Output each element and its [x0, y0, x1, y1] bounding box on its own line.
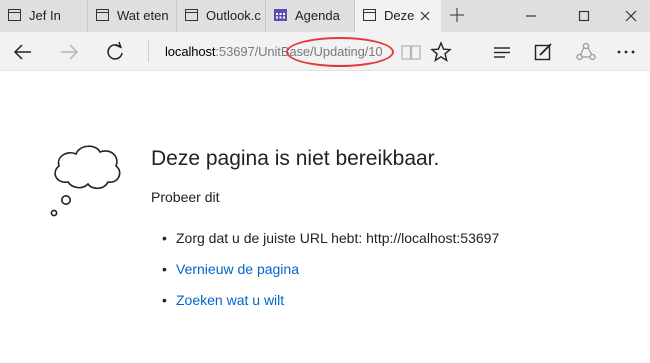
minimize-icon[interactable] — [520, 5, 542, 27]
close-window-icon[interactable] — [620, 5, 642, 27]
tab-outlook[interactable]: Outlook.c — [177, 0, 266, 32]
tab-deze[interactable]: Deze — [355, 0, 441, 32]
calendar-icon — [274, 9, 287, 21]
tab-bar: Jef In Wat eten Outlook.c Agenda Deze — [0, 0, 650, 32]
try-label: Probeer dit — [151, 189, 220, 205]
bullet: • — [162, 292, 167, 308]
url-host: localhost — [165, 44, 216, 59]
bullet: • — [162, 230, 167, 246]
tab-title: Deze — [384, 8, 415, 23]
tab-wat-eten[interactable]: Wat eten — [88, 0, 177, 32]
search-link[interactable]: Zoeken wat u wilt — [176, 292, 284, 308]
tab-title: Jef In — [29, 8, 61, 23]
share-icon[interactable] — [575, 41, 597, 63]
forward-icon[interactable] — [58, 41, 80, 63]
refresh-icon[interactable] — [104, 41, 126, 63]
web-note-icon[interactable] — [532, 41, 554, 63]
more-icon[interactable] — [615, 41, 637, 63]
hub-icon[interactable] — [491, 41, 513, 63]
tab-title: Wat eten — [117, 8, 169, 23]
suggestion-text: Zorg dat u de juiste URL hebt: http://lo… — [176, 230, 500, 246]
close-tab-icon[interactable] — [420, 11, 430, 21]
new-tab-icon[interactable] — [446, 4, 468, 26]
bullet: • — [162, 261, 167, 277]
back-icon[interactable] — [12, 41, 34, 63]
tab-agenda[interactable]: Agenda — [266, 0, 355, 32]
page-icon — [96, 9, 109, 21]
thought-cloud-icon — [50, 145, 121, 217]
tab-title: Agenda — [295, 8, 340, 23]
page-title: Deze pagina is niet bereikbaar. — [151, 147, 440, 170]
favorite-star-icon[interactable] — [430, 41, 452, 63]
refresh-page-link[interactable]: Vernieuw de pagina — [176, 261, 299, 277]
tab-jef[interactable]: Jef In — [0, 0, 88, 32]
maximize-icon[interactable] — [573, 5, 595, 27]
page-icon — [8, 9, 21, 21]
annotation-ellipse — [286, 37, 394, 67]
address-separator — [148, 40, 149, 62]
page-icon — [185, 9, 198, 21]
page-icon — [363, 9, 376, 21]
tab-title: Outlook.c — [206, 8, 261, 23]
reading-view-icon[interactable] — [400, 41, 422, 63]
